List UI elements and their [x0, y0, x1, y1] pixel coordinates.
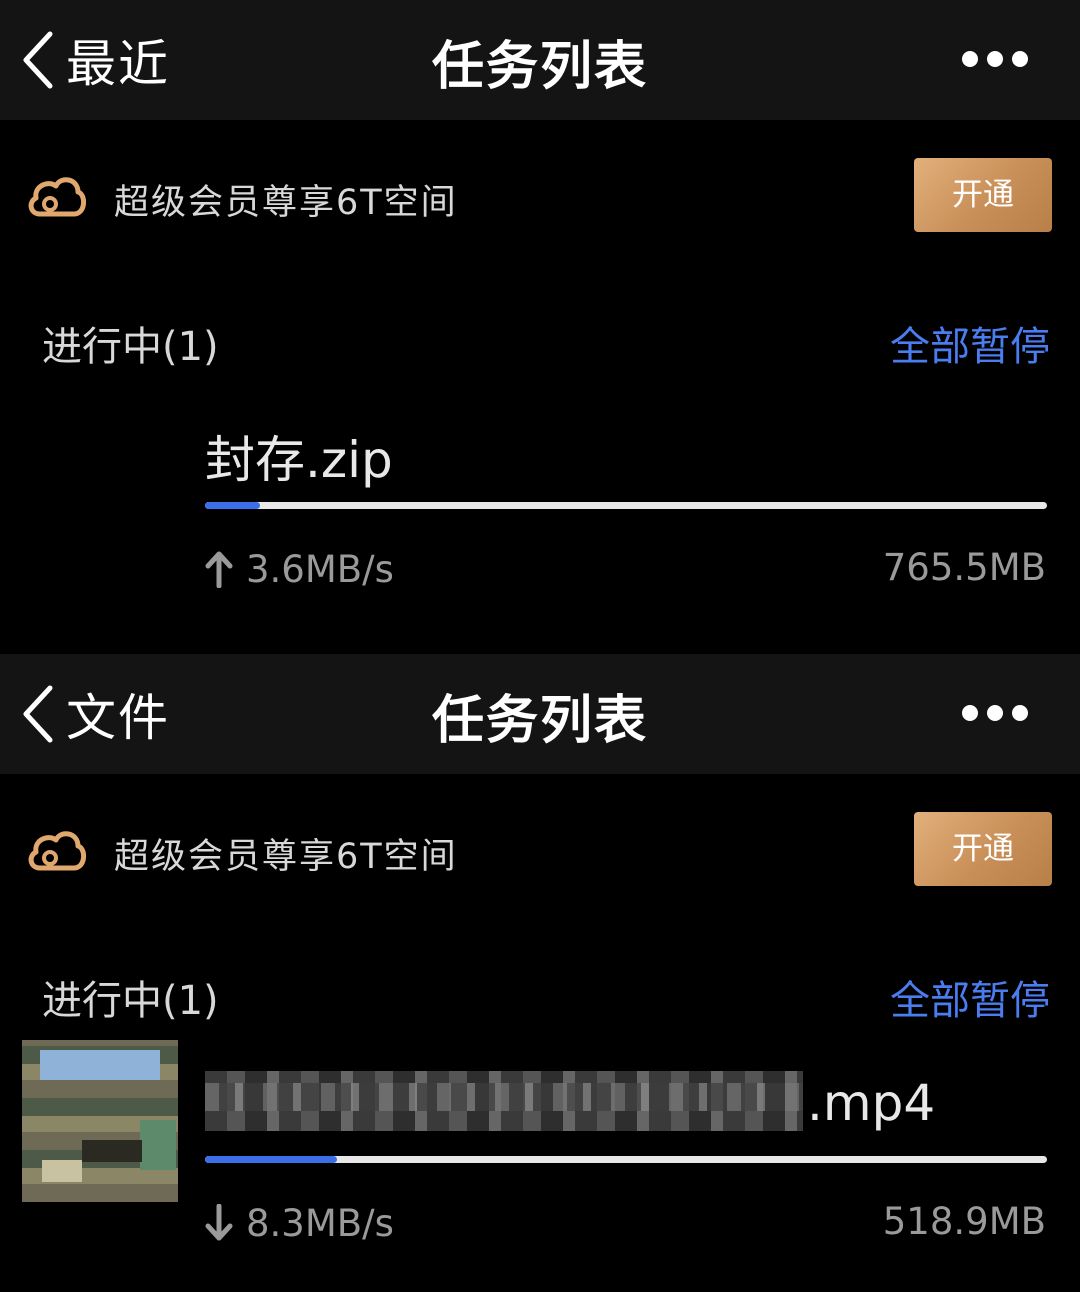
speed-text: 3.6MB/s	[246, 547, 394, 591]
file-size: 765.5MB	[882, 546, 1046, 589]
speed-text: 8.3MB/s	[246, 1201, 394, 1245]
file-extension: .mp4	[807, 1074, 936, 1132]
vip-promo-banner: 超级会员尊享6T空间 开通	[0, 774, 1080, 924]
promo-text: 超级会员尊享6T空间	[114, 837, 458, 877]
section-label: 进行中(1)	[42, 978, 219, 1024]
more-dots-icon[interactable]	[960, 46, 1030, 72]
task-list-screen-files: 文件 任务列表 超级会员尊享6T空间 开通 进行中(1) 全部暂停 .mp4 8…	[0, 616, 1080, 1292]
file-name: 封存.zip	[205, 431, 393, 489]
open-vip-button[interactable]: 开通	[914, 158, 1052, 232]
video-thumbnail	[22, 1040, 178, 1202]
progress-bar	[205, 502, 1047, 509]
pause-all-button[interactable]: 全部暂停	[890, 314, 1050, 372]
progress-fill	[205, 1156, 338, 1163]
in-progress-header: 进行中(1) 全部暂停	[0, 954, 1080, 1034]
arrow-down-icon	[205, 1204, 233, 1241]
nav-bar: 文件 任务列表	[0, 654, 1080, 775]
page-title: 任务列表	[431, 37, 648, 97]
vip-promo-banner: 超级会员尊享6T空间 开通	[0, 120, 1080, 270]
progress-fill	[205, 502, 260, 509]
task-list-screen-recent: 最近 任务列表 超级会员尊享6T空间 开通 进行中(1) 全部暂停 封存.zip	[0, 0, 1080, 616]
task-item[interactable]: 封存.zip 3.6MB/s 765.5MB	[0, 420, 1080, 600]
page-title: 任务列表	[431, 691, 648, 751]
file-size: 518.9MB	[882, 1200, 1046, 1243]
transfer-speed: 8.3MB/s	[204, 1200, 394, 1246]
cloud-icon	[28, 831, 86, 871]
promo-text: 超级会员尊享6T空间	[114, 183, 458, 223]
cloud-icon	[28, 177, 86, 217]
redacted-file-name	[205, 1070, 803, 1131]
file-name: .mp4	[205, 1070, 936, 1137]
progress-bar	[205, 1156, 1047, 1163]
more-dots-icon[interactable]	[960, 700, 1030, 726]
task-item[interactable]: .mp4 8.3MB/s 518.9MB	[0, 1040, 1080, 1254]
open-vip-button[interactable]: 开通	[914, 812, 1052, 886]
in-progress-header: 进行中(1) 全部暂停	[0, 300, 1080, 380]
section-label: 进行中(1)	[42, 324, 219, 370]
nav-bar: 最近 任务列表	[0, 0, 1080, 121]
transfer-speed: 3.6MB/s	[204, 546, 394, 592]
pause-all-button[interactable]: 全部暂停	[890, 968, 1050, 1026]
arrow-up-icon	[205, 551, 233, 588]
